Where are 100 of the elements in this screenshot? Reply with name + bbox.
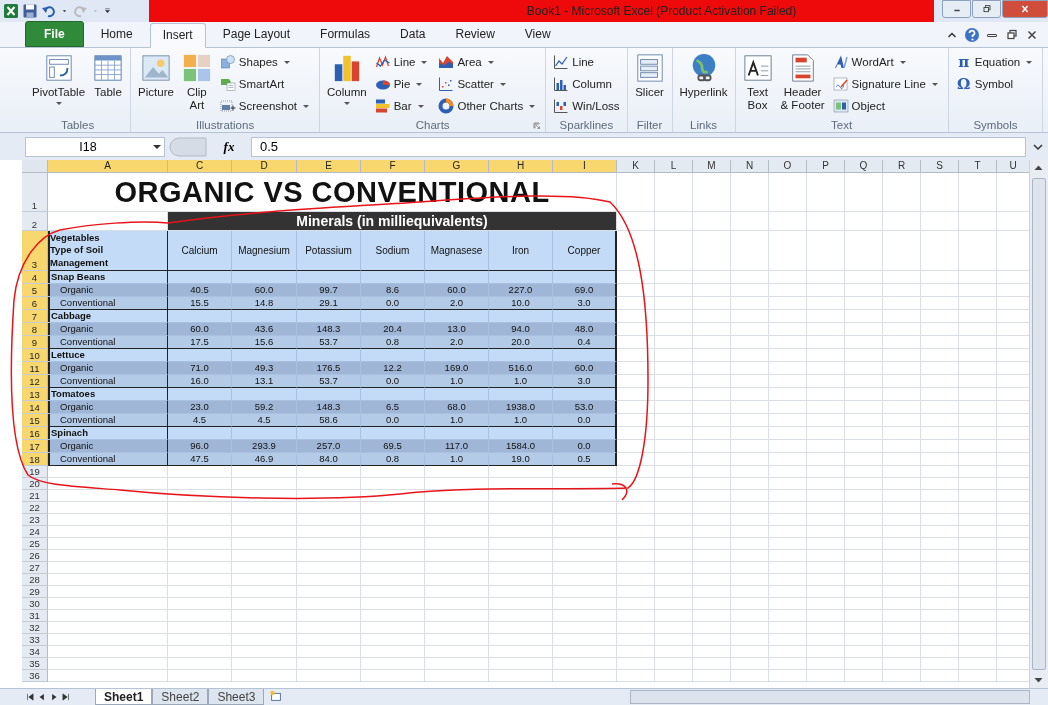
- ribbon-button[interactable]: Area: [435, 51, 542, 73]
- ribbon-tab[interactable]: View: [511, 22, 564, 47]
- ribbon-button[interactable]: Win/Loss: [550, 95, 623, 117]
- dialog-launcher-icon[interactable]: [533, 122, 542, 130]
- ribbon-button[interactable]: Other Charts: [435, 95, 542, 117]
- restore-button[interactable]: [972, 0, 1001, 18]
- letter-heading[interactable]: I: [553, 160, 617, 173]
- row-header[interactable]: 9: [22, 336, 48, 349]
- row-header[interactable]: 32: [22, 622, 48, 634]
- ribbon-button[interactable]: Shapes: [216, 51, 316, 73]
- letter-heading[interactable]: F: [361, 160, 425, 173]
- ribbon-button[interactable]: Bar: [371, 95, 434, 117]
- first-sheet-icon[interactable]: [25, 692, 35, 702]
- row-header[interactable]: 15: [22, 414, 48, 427]
- row-header[interactable]: 31: [22, 610, 48, 622]
- formula-input[interactable]: 0.5: [251, 136, 1026, 157]
- ribbon-button[interactable]: Ω Symbol: [952, 73, 1039, 95]
- ribbon-button[interactable]: Clip Art: [178, 51, 215, 117]
- ribbon-button[interactable]: Pie: [371, 73, 434, 95]
- horizontal-scrollbar[interactable]: [630, 690, 1030, 704]
- help-icon[interactable]: [964, 26, 980, 43]
- letter-heading[interactable]: H: [489, 160, 553, 173]
- ribbon-tab[interactable]: Formulas: [307, 22, 384, 47]
- letter-heading[interactable]: E: [297, 160, 361, 173]
- spreadsheet-logo-icon[interactable]: [3, 3, 19, 19]
- ribbon-button[interactable]: SmartArt: [216, 73, 316, 95]
- row-header[interactable]: 34: [22, 646, 48, 658]
- previous-sheet-icon[interactable]: [37, 692, 47, 702]
- row-header[interactable]: 1: [22, 173, 48, 212]
- save-icon[interactable]: [22, 3, 38, 19]
- row-header[interactable]: 17: [22, 440, 48, 453]
- row-header[interactable]: 29: [22, 586, 48, 598]
- ribbon-tab[interactable]: Insert: [149, 23, 206, 48]
- row-header[interactable]: 2: [22, 212, 48, 231]
- row-header[interactable]: 26: [22, 550, 48, 562]
- name-box[interactable]: I18: [25, 136, 165, 157]
- letter-heading[interactable]: T: [959, 160, 997, 173]
- next-sheet-icon[interactable]: [49, 692, 59, 702]
- vertical-scrollbar[interactable]: [1029, 160, 1048, 688]
- row-header[interactable]: 11: [22, 362, 48, 375]
- file-menu-tab[interactable]: File: [25, 21, 84, 47]
- row-header[interactable]: 18: [22, 453, 48, 466]
- select-all-corner[interactable]: [22, 160, 48, 173]
- ribbon-button[interactable]: Hyperlink: [676, 51, 731, 117]
- last-sheet-icon[interactable]: [61, 692, 71, 702]
- formula-bar-handle[interactable]: [169, 136, 207, 157]
- ribbon-tab[interactable]: Review: [442, 22, 508, 47]
- close-button[interactable]: [1002, 0, 1048, 18]
- ribbon-button[interactable]: π Equation: [952, 51, 1039, 73]
- sheet-tab[interactable]: Sheet2: [152, 689, 209, 705]
- row-header[interactable]: 33: [22, 634, 48, 646]
- ribbon-button[interactable]: Line: [550, 51, 623, 73]
- row-header[interactable]: 27: [22, 562, 48, 574]
- scrollbar-thumb[interactable]: [1032, 178, 1046, 670]
- row-header[interactable]: 6: [22, 297, 48, 310]
- row-header[interactable]: 25: [22, 538, 48, 550]
- ribbon-button[interactable]: Signature Line: [829, 73, 944, 95]
- row-header[interactable]: 20: [22, 478, 48, 490]
- row-header[interactable]: 24: [22, 526, 48, 538]
- row-header[interactable]: 19: [22, 466, 48, 478]
- ribbon-tab[interactable]: Page Layout: [209, 22, 304, 47]
- row-header[interactable]: 12: [22, 375, 48, 388]
- row-header[interactable]: 30: [22, 598, 48, 610]
- letter-heading[interactable]: R: [883, 160, 921, 173]
- row-header[interactable]: 35: [22, 658, 48, 670]
- sheet-tab[interactable]: Sheet3: [208, 689, 265, 705]
- ribbon-button[interactable]: Scatter: [435, 73, 542, 95]
- letter-heading[interactable]: U: [997, 160, 1029, 173]
- row-header[interactable]: 8: [22, 323, 48, 336]
- letter-heading[interactable]: Q: [845, 160, 883, 173]
- letter-heading[interactable]: N: [731, 160, 769, 173]
- ribbon-button[interactable]: Column: [550, 73, 623, 95]
- letter-heading[interactable]: K: [617, 160, 655, 173]
- undo-icon[interactable]: [41, 3, 57, 19]
- row-header[interactable]: 13: [22, 388, 48, 401]
- row-header[interactable]: 28: [22, 574, 48, 586]
- row-header[interactable]: 36: [22, 670, 48, 682]
- letter-heading[interactable]: O: [769, 160, 807, 173]
- row-header[interactable]: 4: [22, 271, 48, 284]
- sheet-tab[interactable]: Sheet1: [95, 689, 153, 705]
- ribbon-button[interactable]: Slicer: [631, 51, 668, 117]
- ribbon-button[interactable]: Picture: [135, 51, 177, 117]
- row-header[interactable]: 23: [22, 514, 48, 526]
- ribbon-button[interactable]: WordArt: [829, 51, 944, 73]
- letter-heading[interactable]: G: [425, 160, 489, 173]
- letter-heading[interactable]: D: [232, 160, 297, 173]
- ribbon-button[interactable]: Header & Footer: [777, 51, 828, 117]
- letter-heading[interactable]: C: [168, 160, 232, 173]
- ribbon-button[interactable]: Column: [324, 51, 370, 117]
- ribbon-button[interactable]: Screenshot: [216, 95, 316, 117]
- ribbon-button[interactable]: Object: [829, 95, 944, 117]
- ribbon-button[interactable]: Line: [371, 51, 434, 73]
- ribbon-button[interactable]: Text Box: [739, 51, 776, 117]
- ribbon-tab[interactable]: Data: [387, 22, 439, 47]
- row-header[interactable]: 5: [22, 284, 48, 297]
- letter-heading[interactable]: M: [693, 160, 731, 173]
- row-header[interactable]: 21: [22, 490, 48, 502]
- letter-heading[interactable]: A: [48, 160, 168, 173]
- ribbon-button[interactable]: PivotTable: [29, 51, 89, 117]
- letter-heading[interactable]: P: [807, 160, 845, 173]
